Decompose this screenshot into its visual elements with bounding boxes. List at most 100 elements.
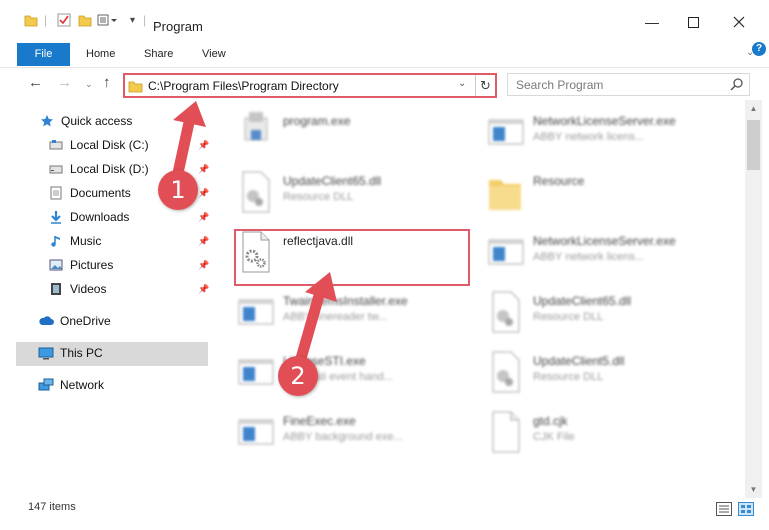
highlight-box [234,229,470,286]
chevron-down-icon[interactable]: ▾ [130,11,135,29]
step-badge-2: 2 [278,356,318,396]
tab-view[interactable]: View [192,43,236,66]
pin-icon[interactable]: 📌 [198,236,209,247]
file-description: ABBY network licens... [533,251,645,263]
sidebar-item-label: Videos [70,282,107,296]
pin-icon[interactable]: 📌 [198,260,209,271]
separator: | [143,13,147,27]
vertical-scrollbar[interactable]: ▲ ▼ [745,100,762,498]
list-item[interactable]: UpdateClient65.dll Resource DLL [475,284,715,340]
properties-icon[interactable] [57,11,71,29]
computer-icon [38,345,54,361]
close-icon[interactable] [729,14,749,30]
tab-home[interactable]: Home [76,43,125,66]
title-bar: | ▾ | Program — [0,0,769,40]
customize-icon[interactable] [97,11,119,29]
minimize-icon[interactable]: — [642,14,662,30]
sidebar-item-network[interactable]: Network [38,374,104,396]
search-input[interactable]: Search Program [516,78,603,92]
forward-arrow-icon[interactable]: → [57,74,72,91]
search-box[interactable]: Search Program [507,73,750,96]
sidebar-item-label: Music [70,234,102,248]
sidebar-item-local-disk-d[interactable]: Local Disk (D:) [48,158,149,180]
tab-share[interactable]: Share [134,43,183,66]
exe-window-icon [235,290,275,334]
scroll-thumb[interactable] [747,120,760,170]
file-description: Resource DLL [533,311,604,323]
network-icon [38,377,54,393]
search-icon[interactable] [730,77,744,94]
details-view-icon[interactable] [716,502,732,516]
file-name: UpdateClient65.dll [533,294,632,308]
address-bar[interactable]: C:\Program Files\Program Directory ⌄ ↻ [123,73,497,98]
list-item[interactable]: NetworkLicenseServer.exe ABBY network li… [475,104,715,160]
file-description: Resource DLL [283,191,354,203]
address-path[interactable]: C:\Program Files\Program Directory [148,79,339,93]
sidebar-item-label: Quick access [61,114,133,128]
scroll-up-icon[interactable]: ▲ [745,100,762,117]
scroll-down-icon[interactable]: ▼ [745,481,762,498]
large-icons-view-icon[interactable] [738,502,754,516]
maximize-icon[interactable] [683,14,703,30]
pin-icon[interactable]: 📌 [198,212,209,223]
file-name: Resource [533,174,585,188]
list-item[interactable]: FineExec.exe ABBY background exe... [225,404,465,460]
list-item[interactable]: LicenseSTI.exe ABBY sti event hand... [225,344,465,400]
dll-icon [235,170,275,214]
sidebar-item-label: Downloads [70,210,130,224]
exe-window-icon [235,410,275,454]
sidebar-item-this-pc[interactable]: This PC [38,342,103,364]
refresh-icon[interactable]: ↻ [475,75,495,96]
sidebar-item-downloads[interactable]: Downloads [48,206,129,228]
exe-window-icon [485,110,525,154]
sidebar-item-label: Pictures [70,258,114,272]
sidebar-item-documents[interactable]: Documents [48,182,131,204]
new-folder-icon[interactable] [78,11,92,29]
sidebar-item-label: Documents [70,186,131,200]
sidebar-item-label: OneDrive [60,314,111,328]
file-name: TwainItemsInstaller.exe [283,294,408,308]
chevron-down-icon[interactable]: ⌄ [458,78,466,89]
sidebar-item-onedrive[interactable]: OneDrive [38,310,111,332]
list-item[interactable]: gtd.cjk CJK File [475,404,715,460]
sidebar-item-pictures[interactable]: Pictures [48,254,113,276]
list-item[interactable]: TwainItemsInstaller.exe ABBY finereader … [225,284,465,340]
sidebar-item-label: Local Disk (D:) [70,162,149,176]
sidebar-item-videos[interactable]: Videos [48,278,106,300]
pin-icon[interactable]: 📌 [198,164,209,175]
file-description: ABBY background exe... [283,431,403,443]
sidebar-item-quick-access[interactable]: Quick access [39,110,132,132]
cloud-icon [38,313,54,329]
up-arrow-icon[interactable]: ↑ [103,74,111,91]
file-name: UpdateClient5.dll [533,354,625,368]
list-item[interactable]: UpdateClient65.dll Resource DLL [225,164,465,220]
list-item[interactable]: UpdateClient5.dll Resource DLL [475,344,715,400]
star-icon [39,113,55,129]
sidebar-item-label: This PC [60,346,103,360]
list-item[interactable]: NetworkLicenseServer.exe ABBY network li… [475,224,715,280]
navigation-pane: Quick access Local Disk (C:) 📌 Local Dis… [15,108,210,498]
dll-icon [485,350,525,394]
pin-icon[interactable]: 📌 [198,284,209,295]
file-description: Resource DLL [533,371,604,383]
back-arrow-icon[interactable]: ← [28,74,43,91]
recent-locations-icon[interactable]: ⌄ [85,79,93,90]
sidebar-item-local-disk-c[interactable]: Local Disk (C:) [48,134,149,156]
separator: | [44,13,48,27]
window-title: Program [153,19,203,34]
file-description: CJK File [533,431,575,443]
list-item[interactable]: Resource [475,164,715,220]
ribbon: File Home Share View ⌄ ? [0,40,769,68]
file-name: UpdateClient65.dll [283,174,382,188]
file-icon [485,410,525,454]
list-item[interactable]: program.exe [225,104,465,160]
folder-icon [24,11,38,29]
pin-icon[interactable]: 📌 [198,188,209,199]
dll-icon [485,290,525,334]
sidebar-item-music[interactable]: Music [48,230,101,252]
file-list: program.exe NetworkLicenseServer.exe ABB… [225,100,745,498]
file-name: program.exe [283,114,351,128]
tab-file[interactable]: File [17,43,70,66]
pin-icon[interactable]: 📌 [198,140,209,151]
help-icon[interactable]: ? [752,42,766,56]
